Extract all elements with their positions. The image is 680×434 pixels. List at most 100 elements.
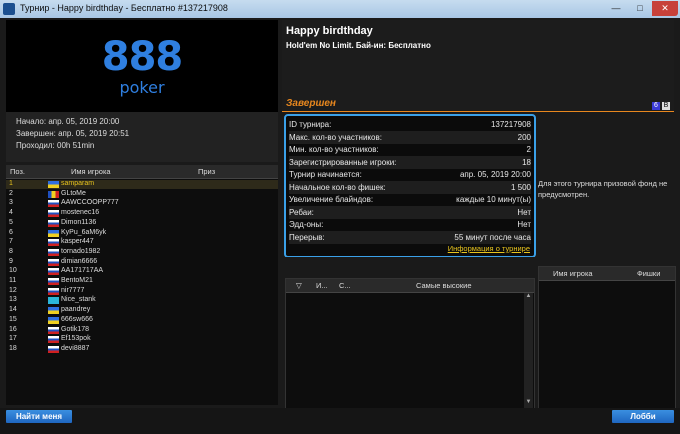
row-name: AA171717AA	[61, 267, 104, 275]
panel-divider	[282, 257, 674, 265]
table-row[interactable]: 13 Nice_stank	[6, 296, 278, 306]
app-icon	[3, 3, 15, 15]
table-row[interactable]: 1 samparam	[6, 180, 278, 190]
tournament-times: Начало: апр. 05, 2019 20:00 Завершен: ап…	[6, 112, 278, 162]
info-value: Нет	[517, 207, 531, 217]
row-name: devi8887	[61, 344, 90, 352]
column-header-c[interactable]: С...	[339, 281, 351, 290]
info-label: Зарегистрированные игроки:	[289, 157, 397, 167]
row-pos: 12	[9, 286, 17, 294]
row-name: kasper447	[61, 238, 94, 246]
find-me-button[interactable]: Найти меня	[6, 410, 72, 423]
row-pos: 14	[9, 306, 17, 314]
bottom-bar: Найти меня Лобби	[0, 408, 680, 434]
sort-arrow-icon[interactable]: ▽	[296, 281, 302, 290]
info-value: 55 минут после часа	[454, 232, 531, 242]
info-row: Перерыв: 55 минут после часа	[289, 230, 531, 244]
table-row[interactable]: 10 AA171717AA	[6, 267, 278, 277]
info-value: 137217908	[490, 120, 531, 129]
table-row[interactable]: 18 devi8887	[6, 345, 278, 355]
table-row[interactable]: 15 666sw666	[6, 316, 278, 326]
chips-table: Имя игрока Фишки	[538, 266, 676, 410]
info-value: каждые 10 минут(ы)	[456, 195, 531, 204]
row-name: paandrey	[61, 306, 91, 314]
row-pos: 13	[9, 296, 17, 304]
row-name: dimian6666	[61, 257, 98, 265]
info-value: апр. 05, 2019 20:00	[459, 170, 531, 179]
column-header-highest[interactable]: Самые высокие	[416, 281, 472, 290]
tournament-info-box: ID турнира: 137217908 Макс. кол-во участн…	[284, 114, 536, 258]
minimize-button[interactable]: —	[604, 1, 628, 16]
flag-icon	[48, 219, 59, 227]
info-label: Начальное кол-во фишек:	[289, 182, 386, 192]
info-value: 18	[522, 157, 531, 167]
column-header-player[interactable]: Имя игрока	[553, 269, 593, 278]
vertical-scrollbar[interactable]: ▲ ▼	[524, 293, 533, 408]
info-row: Эдд-оны: Нет	[289, 218, 531, 231]
scroll-down-icon[interactable]: ▼	[524, 399, 533, 408]
table-row[interactable]: 7 kasper447	[6, 238, 278, 248]
column-header-pos[interactable]: Поз.	[10, 167, 25, 176]
info-row: Турнир начинается: апр. 05, 2019 20:00	[289, 168, 531, 181]
chips-table-header: Имя игрока Фишки	[539, 267, 675, 281]
maximize-button[interactable]: □	[628, 1, 652, 16]
tournament-info-link[interactable]: Информация о турнире	[448, 244, 530, 253]
row-name: KyPu_6aM6yk	[61, 228, 107, 236]
row-name: GLtoMe	[61, 189, 86, 197]
table-row[interactable]: 16 Gotik178	[6, 326, 278, 336]
info-label: ID турнира:	[289, 120, 332, 129]
tournament-name: Happy birdthday	[286, 25, 373, 37]
info-label: Ребаи:	[289, 207, 314, 217]
type-badge: B	[662, 102, 670, 110]
info-value: 2	[526, 145, 531, 154]
table-row[interactable]: 4 mostenec16	[6, 209, 278, 219]
info-label: Эдд-оны:	[289, 220, 324, 229]
table-row[interactable]: 14 paandrey	[6, 306, 278, 316]
flag-icon	[48, 258, 59, 266]
window-title: Турнир - Happy birdthday - Бесплатно #13…	[20, 3, 228, 13]
row-pos: 17	[9, 335, 17, 343]
table-row[interactable]: 17 Ef153pok	[6, 335, 278, 345]
column-header-prize[interactable]: Приз	[198, 167, 215, 176]
flag-icon	[48, 287, 59, 295]
flag-icon	[48, 278, 59, 285]
logo-panel: 888 poker	[6, 20, 278, 112]
flag-icon	[48, 229, 59, 237]
end-time: Завершен: апр. 05, 2019 20:51	[16, 129, 130, 138]
column-header-chips[interactable]: Фишки	[637, 269, 660, 278]
column-header-i[interactable]: И...	[316, 281, 328, 290]
info-label: Увеличение блайндов:	[289, 195, 374, 204]
flag-icon	[48, 200, 59, 208]
table-row[interactable]: 12 nir7777	[6, 287, 278, 297]
selection-highlight	[6, 180, 278, 189]
info-row: Начальное кол-во фишек: 1 500	[289, 180, 531, 194]
row-name: Nice_stank	[61, 296, 96, 304]
table-row[interactable]: 9 dimian6666	[6, 258, 278, 268]
info-label: Перерыв:	[289, 232, 325, 242]
row-pos: 11	[9, 277, 17, 284]
info-row: Мин. кол-во участников: 2	[289, 143, 531, 156]
row-pos: 9	[9, 257, 13, 265]
table-row[interactable]: 11 BentoM21	[6, 277, 278, 287]
scroll-up-icon[interactable]: ▲	[524, 293, 533, 302]
lobby-button[interactable]: Лобби	[612, 410, 674, 423]
row-name: mostenec16	[61, 209, 100, 217]
row-pos: 16	[9, 325, 17, 333]
flag-icon	[48, 210, 59, 218]
column-header-name[interactable]: Имя игрока	[71, 167, 111, 176]
table-row[interactable]: 5 Dimon1136	[6, 219, 278, 229]
row-name: AAWCCOOPP777	[61, 199, 119, 207]
row-pos: 6	[9, 228, 13, 236]
elapsed-time: Проходил: 00h 51min	[16, 141, 95, 150]
close-button[interactable]: ✕	[652, 1, 678, 16]
speed-badge: 6	[652, 102, 660, 110]
table-row[interactable]: 8 tornado1982	[6, 248, 278, 258]
row-name: BentoM21	[61, 277, 93, 284]
flag-icon	[48, 316, 59, 324]
table-row[interactable]: 2 GLtoMe	[6, 190, 278, 200]
table-row[interactable]: 6 KyPu_6aM6yk	[6, 229, 278, 239]
brand-logo: 888	[101, 34, 184, 80]
table-row[interactable]: 3 AAWCCOOPP777	[6, 199, 278, 209]
row-pos: 4	[9, 209, 13, 217]
row-name: 666sw666	[61, 315, 93, 323]
